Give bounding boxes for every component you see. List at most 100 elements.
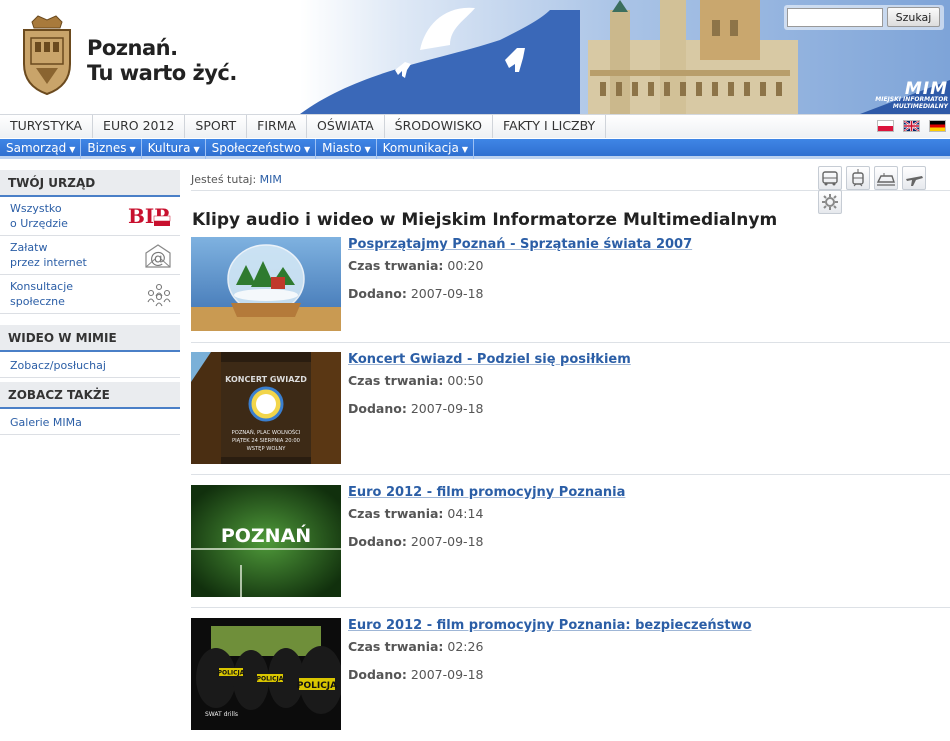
sidebar-item-zalatw-przez-internet[interactable]: Załatw przez internet @: [0, 236, 180, 275]
category-navigation: Samorząd ▼ Biznes ▼ Kultura ▼ Społeczeństwo…: [0, 139, 950, 159]
people-icon: [147, 283, 171, 307]
clip-duration: Czas trwania: 00:20: [348, 258, 483, 273]
breadcrumb-prefix: Jesteś tutaj:: [191, 173, 257, 186]
poznan-slogan: Poznań. Tu warto żyć.: [87, 36, 237, 86]
sidebar-heading-zobacz-takze: ZOBACZ TAKŻE: [0, 382, 180, 409]
vest-text-2: POLICJA: [257, 676, 284, 683]
added-label: Dodano:: [348, 667, 407, 682]
clip-thumbnail-police[interactable]: POLICJA POLICJA POLICJA SWAT drills: [191, 618, 341, 730]
plane-icon[interactable]: [902, 166, 926, 190]
clip-title-link[interactable]: Posprzątajmy Poznań - Sprzątanie świata …: [348, 237, 692, 252]
clip-added: Dodano: 2007-09-18: [348, 401, 483, 416]
transport-toolbar: [814, 166, 950, 214]
clip-thumbnail-pitch[interactable]: POZNAŃ: [191, 485, 341, 597]
top-nav-firma[interactable]: FIRMA: [247, 115, 308, 138]
top-navigation: TURYSTYKA EURO 2012 SPORT FIRMA OŚWIATA …: [0, 114, 950, 138]
bip-icon: BIP: [128, 203, 172, 228]
clip-title-link[interactable]: Koncert Gwiazd - Podziel się posiłkiem: [348, 352, 631, 367]
sidebar-item-zobacz-posluchaj[interactable]: Zobacz/posłuchaj: [0, 352, 180, 378]
nav-spoleczenstwo-label: Społeczeństwo: [211, 141, 301, 155]
breadcrumb-link-mim[interactable]: MIM: [260, 173, 282, 186]
nav-kultura-label: Kultura: [147, 141, 191, 155]
duration-value: 00:50: [447, 373, 484, 388]
clip-item: POZNAŃ Euro 2012 - film promocyjny Pozna…: [191, 485, 950, 608]
vest-text-3: POLICJA: [297, 681, 337, 691]
nav-spoleczenstwo[interactable]: Społeczeństwo ▼: [206, 139, 317, 159]
duration-value: 04:14: [447, 506, 484, 521]
added-label: Dodano:: [348, 534, 407, 549]
poznan-crest-logo[interactable]: [18, 14, 76, 96]
duration-label: Czas trwania:: [348, 258, 444, 273]
flag-pl-icon[interactable]: [877, 120, 895, 132]
sidebar: TWÓJ URZĄD Wszystko o Urzędzie BIP Załat…: [0, 170, 180, 435]
chevron-down-icon: ▼: [364, 145, 371, 154]
caption-text: SWAT drills: [205, 711, 238, 718]
breadcrumb: Jesteś tutaj: MIM: [191, 173, 282, 186]
duration-label: Czas trwania:: [348, 506, 444, 521]
slogan-line-1: Poznań.: [87, 36, 178, 60]
added-value: 2007-09-18: [410, 286, 484, 301]
vest-text-1: POLICJA: [218, 670, 245, 677]
bus-icon[interactable]: [818, 166, 842, 190]
top-nav-euro-2012[interactable]: EURO 2012: [93, 115, 186, 138]
poster-line-1: POZNAŃ, PLAC WOLNOŚCI: [232, 429, 301, 436]
nav-miasto-label: Miasto: [322, 141, 362, 155]
clip-item: Posprzątajmy Poznań - Sprzątanie świata …: [191, 237, 950, 343]
chevron-down-icon: ▼: [129, 145, 136, 154]
clip-duration: Czas trwania: 00:50: [348, 373, 483, 388]
mim-logo-title: MIM: [904, 79, 948, 99]
chevron-down-icon: ▼: [303, 145, 311, 154]
nav-miasto[interactable]: Miasto ▼: [316, 139, 377, 159]
page-title: Klipy audio i wideo w Miejskim Informato…: [192, 210, 778, 230]
top-nav-fakty-i-liczby[interactable]: FAKTY I LICZBY: [493, 115, 607, 138]
poster-line-2: PIĄTEK 24 SIERPNIA 20:00: [232, 438, 300, 444]
clip-title-link[interactable]: Euro 2012 - film promocyjny Poznania: [348, 485, 625, 500]
flag-uk-icon[interactable]: [903, 120, 921, 132]
settings-icon[interactable]: [818, 190, 842, 214]
at-mail-icon: @: [145, 244, 171, 268]
poster-title-text: KONCERT GWIAZD: [225, 375, 307, 384]
nav-biznes[interactable]: Biznes ▼: [81, 139, 142, 159]
svg-text:@: @: [150, 248, 166, 267]
clip-thumbnail-snow-globe[interactable]: [191, 237, 341, 331]
sidebar-item-wszystko-o-urzedzie[interactable]: Wszystko o Urzędzie BIP: [0, 197, 180, 236]
added-value: 2007-09-18: [410, 667, 484, 682]
train-icon[interactable]: [874, 166, 898, 190]
duration-label: Czas trwania:: [348, 639, 444, 654]
clip-duration: Czas trwania: 04:14: [348, 506, 483, 521]
top-nav-oswiata[interactable]: OŚWIATA: [307, 115, 385, 138]
tram-icon[interactable]: [846, 166, 870, 190]
mim-logo[interactable]: MIM MIEJSKI INFORMATOR MULTIMEDIALNY: [872, 79, 948, 111]
search-input[interactable]: [787, 8, 883, 27]
pitch-text: POZNAŃ: [221, 524, 311, 547]
clip-added: Dodano: 2007-09-18: [348, 534, 483, 549]
header: Poznań. Tu warto żyć. Szukaj MIM MIEJSKI…: [0, 0, 950, 114]
slogan-line-2: Tu warto żyć.: [87, 61, 237, 85]
clip-thumbnail-concert-poster[interactable]: KONCERT GWIAZD POZNAŃ, PLAC WOLNOŚCI PIĄ…: [191, 352, 341, 464]
added-value: 2007-09-18: [410, 534, 484, 549]
top-nav-turystyka[interactable]: TURYSTYKA: [0, 115, 94, 138]
sidebar-heading-wideo-w-mimie: WIDEO W MIMIE: [0, 325, 180, 352]
top-nav-sport[interactable]: SPORT: [185, 115, 248, 138]
duration-value: 02:26: [447, 639, 484, 654]
clip-item: KONCERT GWIAZD POZNAŃ, PLAC WOLNOŚCI PIĄ…: [191, 352, 950, 475]
sidebar-item-galerie-mima[interactable]: Galerie MIMa: [0, 409, 180, 435]
nav-biznes-label: Biznes: [87, 141, 127, 155]
clip-added: Dodano: 2007-09-18: [348, 286, 483, 301]
nav-komunikacja[interactable]: Komunikacja ▼: [377, 139, 475, 159]
language-switcher: [872, 120, 946, 135]
top-nav-srodowisko[interactable]: ŚRODOWISKO: [385, 115, 493, 138]
clip-title-link[interactable]: Euro 2012 - film promocyjny Poznania: be…: [348, 618, 752, 633]
clip-duration: Czas trwania: 02:26: [348, 639, 483, 654]
sidebar-item-konsultacje-spoleczne[interactable]: Konsultacje społeczne: [0, 275, 180, 314]
duration-label: Czas trwania:: [348, 373, 444, 388]
added-label: Dodano:: [348, 286, 407, 301]
clip-added: Dodano: 2007-09-18: [348, 667, 483, 682]
flag-de-icon[interactable]: [929, 120, 946, 132]
mim-logo-subtitle-1: MIEJSKI INFORMATOR: [875, 96, 948, 103]
nav-kultura[interactable]: Kultura ▼: [142, 139, 206, 159]
clip-item: POLICJA POLICJA POLICJA SWAT drills Euro…: [191, 618, 950, 741]
nav-samorzad[interactable]: Samorząd ▼: [0, 139, 82, 159]
search-button[interactable]: Szukaj: [887, 7, 940, 27]
chevron-down-icon: ▼: [461, 145, 469, 154]
